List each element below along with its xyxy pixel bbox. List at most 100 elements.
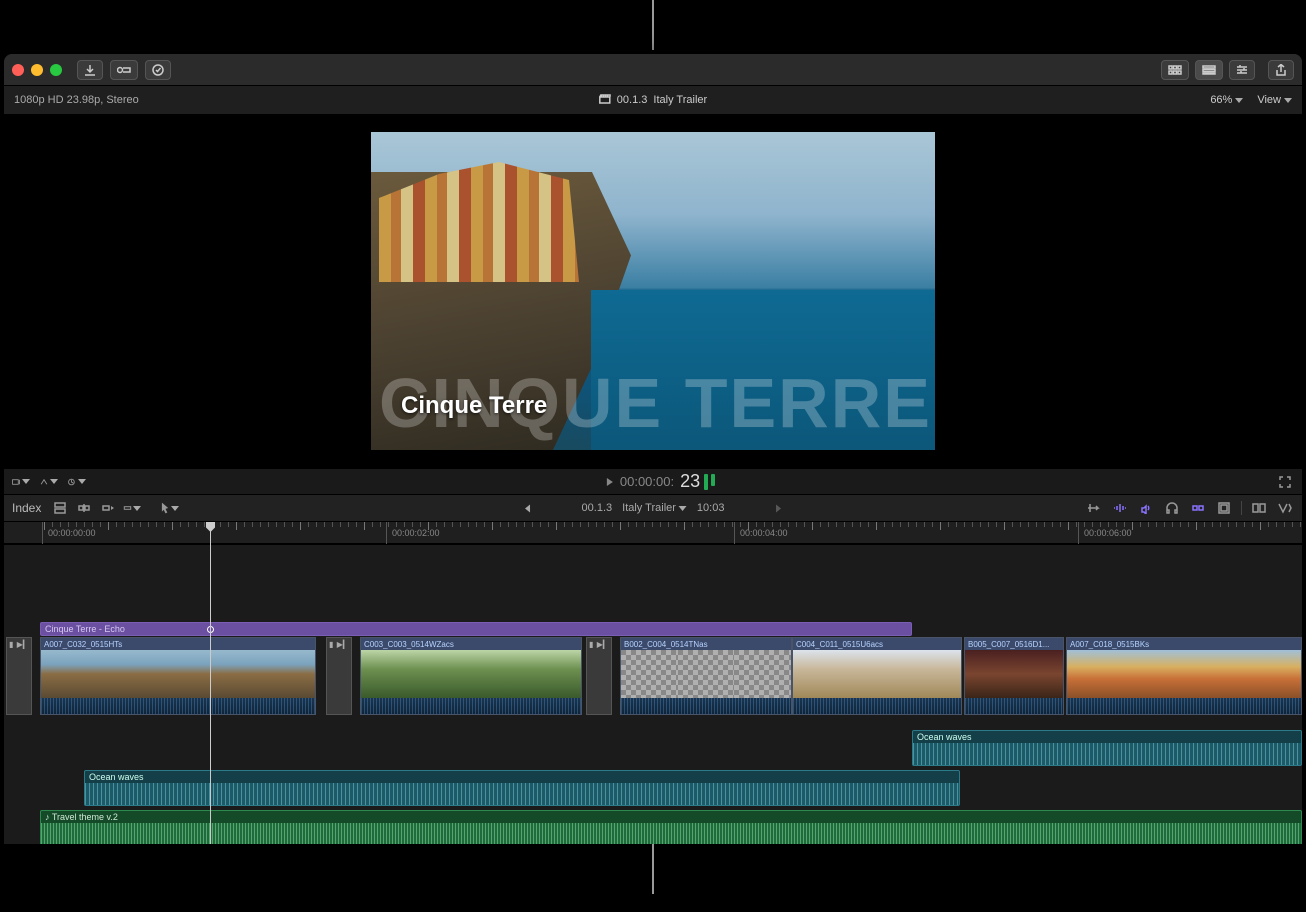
video-clip[interactable]: C004_C011_0515U6acs	[792, 637, 962, 715]
viewer-infobar: 1080p HD 23.98p, Stereo 00.1.3 Italy Tra…	[4, 86, 1302, 114]
clip-waveform	[793, 698, 961, 714]
project-duration: 10:03	[697, 502, 725, 514]
inspector-button[interactable]	[1229, 60, 1255, 80]
audio-clip[interactable]: Ocean waves	[84, 770, 960, 806]
view-dropdown[interactable]: View	[1257, 94, 1292, 106]
timecode-frames: 23	[680, 471, 700, 492]
viewer-area: CINQUE TERRE Cinque Terre	[4, 114, 1302, 468]
clip-name: B002_C004_0514TNas	[621, 638, 791, 650]
meter-bar	[711, 474, 715, 486]
video-clip[interactable]: C003_C003_0514WZacs	[360, 637, 582, 715]
solo-button[interactable]	[1137, 499, 1155, 517]
browser-layout-button[interactable]	[1161, 60, 1189, 80]
zoom-value: 66%	[1210, 94, 1232, 106]
clip-waveform	[361, 698, 581, 714]
clip-waveform	[1067, 698, 1301, 714]
timeline-layout-button[interactable]	[1195, 60, 1223, 80]
transitions-browser-button[interactable]	[1250, 499, 1268, 517]
titlebar	[4, 54, 1302, 86]
project-prefix: 00.1.3	[582, 502, 613, 514]
headphones-icon[interactable]	[1163, 499, 1181, 517]
playhead[interactable]	[210, 544, 211, 844]
play-icon	[606, 477, 614, 487]
playback-bar: 00:00:00:23	[4, 468, 1302, 494]
background-tasks-button[interactable]	[145, 60, 171, 80]
audio-clip-label: Ocean waves	[85, 771, 959, 783]
transition-clip[interactable]: ▮▶▎	[586, 637, 612, 715]
divider	[1241, 501, 1242, 515]
audio-meter[interactable]	[704, 474, 715, 490]
clip-name: C003_C003_0514WZacs	[361, 638, 581, 650]
history-back-button[interactable]	[525, 504, 530, 512]
transition-clip[interactable]: ▮▶▎	[6, 637, 32, 715]
import-button[interactable]	[77, 60, 103, 80]
video-clip[interactable]: A007_C018_0515BKs	[1066, 637, 1302, 715]
select-tool-dropdown[interactable]	[161, 499, 179, 517]
retiming-dropdown[interactable]	[40, 473, 58, 491]
share-button[interactable]	[1268, 60, 1294, 80]
video-clip[interactable]: B002_C004_0514TNas	[620, 637, 792, 715]
audio-waveform	[85, 783, 959, 806]
zoom-icon[interactable]	[50, 64, 62, 76]
clip-waveform	[621, 698, 791, 714]
keyword-button[interactable]	[110, 60, 138, 80]
meter-bar	[704, 474, 708, 490]
ruler-label: 00:00:00:00	[48, 528, 96, 538]
ruler-label: 00:00:04:00	[740, 528, 788, 538]
project-prefix: 00.1.3	[617, 94, 648, 106]
titles-browser-button[interactable]	[1276, 499, 1294, 517]
timeline-ruler[interactable]: 00:00:00:00 00:00:02:00 00:00:04:00 00:00:0…	[4, 522, 1302, 544]
zoom-dropdown[interactable]: 66%	[1210, 94, 1243, 106]
project-name: Italy Trailer	[622, 502, 676, 514]
ruler-label: 00:00:06:00	[1084, 528, 1132, 538]
snapping-button[interactable]	[1189, 499, 1207, 517]
title-overlay-text: Cinque Terre	[401, 392, 547, 420]
audio-clip[interactable]: ♪ Travel theme v.2	[40, 810, 1302, 844]
effects-dropdown[interactable]	[12, 473, 30, 491]
audio-waveform	[41, 823, 1301, 844]
skimming-button[interactable]	[1085, 499, 1103, 517]
callout-line-bottom	[652, 844, 654, 894]
clip-name: A007_C032_0515HTs	[41, 638, 315, 650]
video-clip[interactable]: B005_C007_0516D1...	[964, 637, 1064, 715]
close-icon[interactable]	[12, 64, 24, 76]
audio-clip-label: ♪ Travel theme v.2	[41, 811, 1301, 823]
clip-name: A007_C018_0515BKs	[1067, 638, 1301, 650]
transition-clip[interactable]: ▮▶▎	[326, 637, 352, 715]
connect-clip-button[interactable]	[51, 499, 69, 517]
ruler-label: 00:00:02:00	[392, 528, 440, 538]
chevron-down-icon	[679, 506, 687, 511]
history-forward-button[interactable]	[776, 504, 781, 512]
timeline-body[interactable]: Cinque Terre - Echo A007_C032_0515HTs C00…	[4, 544, 1302, 844]
project-name: Italy Trailer	[653, 94, 707, 106]
viewer-canvas[interactable]: CINQUE TERRE Cinque Terre	[371, 132, 935, 450]
fullscreen-button[interactable]	[1276, 473, 1294, 491]
title-clip[interactable]: Cinque Terre - Echo	[40, 622, 912, 636]
callout-line-top	[652, 0, 654, 50]
chevron-down-icon	[1284, 98, 1292, 103]
audio-skimming-button[interactable]	[1111, 499, 1129, 517]
format-label: 1080p HD 23.98p, Stereo	[14, 94, 139, 106]
chevron-down-icon	[1235, 98, 1243, 103]
window-controls	[12, 64, 62, 76]
timecode-display[interactable]: 00:00:00:23	[606, 471, 700, 492]
project-dropdown[interactable]: Italy Trailer	[622, 502, 687, 514]
index-button[interactable]: Index	[12, 501, 41, 515]
clapperboard-icon	[599, 94, 611, 107]
append-clip-button[interactable]	[99, 499, 117, 517]
minimize-icon[interactable]	[31, 64, 43, 76]
overwrite-clip-dropdown[interactable]	[123, 499, 141, 517]
app-window: 1080p HD 23.98p, Stereo 00.1.3 Italy Tra…	[4, 54, 1302, 844]
effects-browser-button[interactable]	[1215, 499, 1233, 517]
view-label: View	[1257, 94, 1281, 106]
video-clip[interactable]: A007_C032_0515HTs	[40, 637, 316, 715]
clip-appearance-dropdown[interactable]	[68, 473, 86, 491]
audio-clip-label: Ocean waves	[913, 731, 1301, 743]
clip-name: B005_C007_0516D1...	[965, 638, 1063, 650]
audio-clip[interactable]: Ocean waves	[912, 730, 1302, 766]
clip-name: C004_C011_0515U6acs	[793, 638, 961, 650]
insert-clip-button[interactable]	[75, 499, 93, 517]
timeline-header: Index 00.1.3 Italy Trailer 10:03	[4, 494, 1302, 522]
audio-waveform	[913, 743, 1301, 766]
clip-waveform	[965, 698, 1063, 714]
